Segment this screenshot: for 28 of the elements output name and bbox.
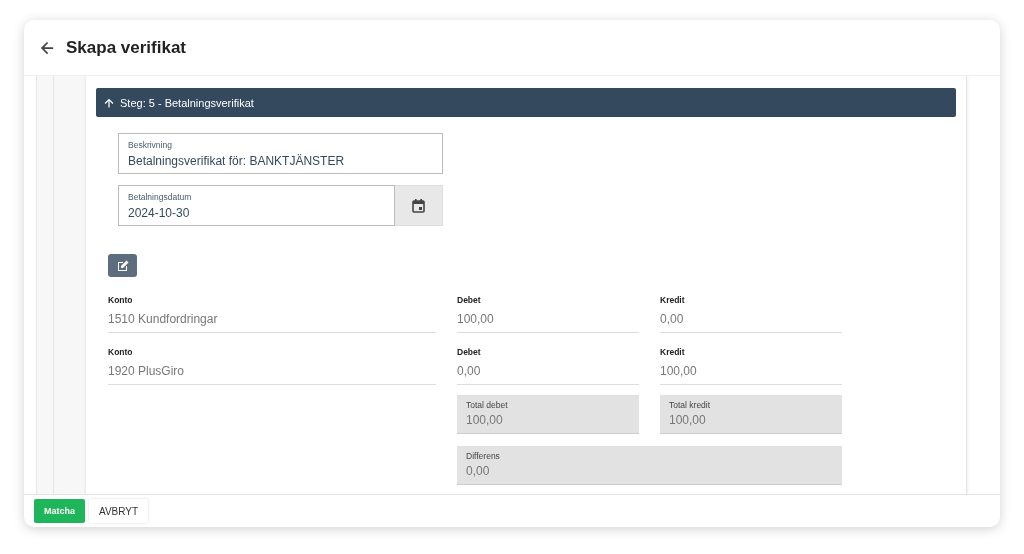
debit-label: Debet [457,347,482,357]
back-arrow-icon[interactable] [40,40,54,55]
account-label: Konto [108,347,134,357]
edit-icon [116,259,129,272]
total-debit-field: Total debet 100,00 [457,395,639,434]
credit-label: Kredit [660,295,686,305]
account-field[interactable]: 1510 Kundfordringar [108,305,436,333]
debit-field[interactable]: 100,00 [457,305,639,333]
edit-button[interactable] [108,254,137,277]
debit-field[interactable]: 0,00 [457,357,639,385]
credit-field[interactable]: 100,00 [660,357,842,385]
cancel-button[interactable]: AVBRYT [89,499,149,523]
calendar-button[interactable] [395,185,443,226]
page-title: Skapa verifikat [66,37,186,58]
credit-label: Kredit [660,347,686,357]
date-field[interactable]: Betalningsdatum 2024-10-30 [118,185,395,226]
step-title: Steg: 5 - Betalningsverifikat [120,96,254,109]
credit-field[interactable]: 0,00 [660,305,842,333]
step-header[interactable]: Steg: 5 - Betalningsverifikat [96,88,956,117]
account-field[interactable]: 1920 PlusGiro [108,357,436,385]
calendar-icon [412,198,425,213]
total-credit-field: Total kredit 100,00 [660,395,842,434]
match-button[interactable]: Matcha [34,499,85,523]
account-label: Konto [108,295,134,305]
description-field[interactable]: Beskrivning Betalningsverifikat för: BANKTJÄNSTER [118,133,443,174]
debit-label: Debet [457,295,482,305]
difference-field: Differens 0,00 [457,446,842,485]
arrow-up-icon [104,97,114,108]
